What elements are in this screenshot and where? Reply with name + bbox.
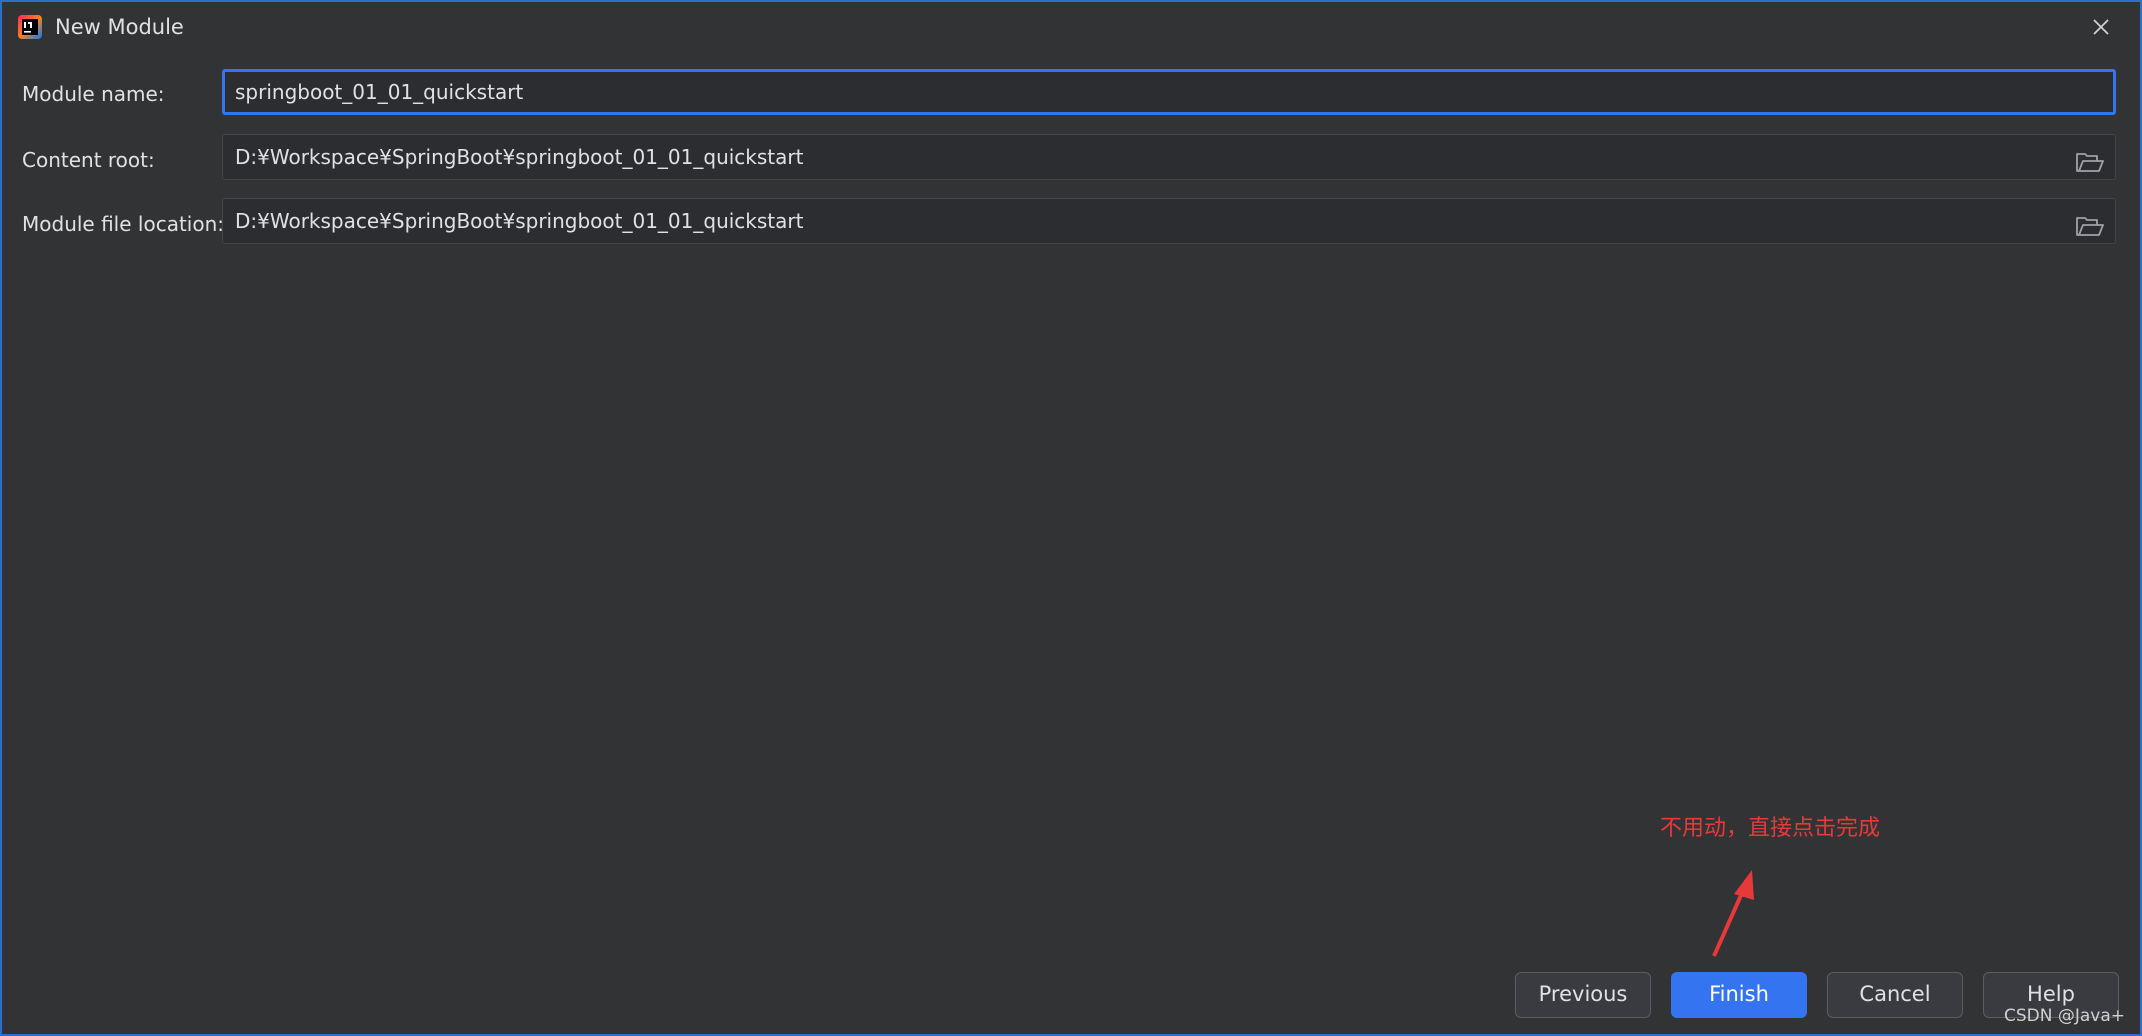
module-name-label: Module name: (22, 82, 165, 106)
cancel-button[interactable]: Cancel (1827, 972, 1963, 1018)
module-file-location-label: Module file location: (22, 212, 224, 236)
cancel-button-label: Cancel (1859, 982, 1931, 1006)
folder-icon[interactable] (2075, 210, 2105, 236)
module-name-row: Module name: springboot_01_01_quickstart (2, 69, 2140, 117)
previous-button[interactable]: Previous (1515, 972, 1651, 1018)
close-icon[interactable] (2088, 14, 2114, 40)
finish-button-label: Finish (1709, 982, 1769, 1006)
content-root-label: Content root: (22, 148, 155, 172)
module-file-location-row: Module file location: D:¥Workspace¥Sprin… (2, 198, 2140, 246)
annotation-arrow-icon (1702, 860, 1782, 960)
new-module-dialog: New Module Module name: springboot_01_01… (0, 0, 2142, 1036)
folder-icon[interactable] (2075, 146, 2105, 172)
content-root-value: D:¥Workspace¥SpringBoot¥springboot_01_01… (235, 145, 804, 169)
previous-button-label: Previous (1538, 982, 1628, 1006)
content-root-input[interactable]: D:¥Workspace¥SpringBoot¥springboot_01_01… (222, 134, 2116, 180)
content-root-row: Content root: D:¥Workspace¥SpringBoot¥sp… (2, 134, 2140, 182)
module-file-location-value: D:¥Workspace¥SpringBoot¥springboot_01_01… (235, 209, 804, 233)
dialog-title: New Module (55, 15, 184, 39)
watermark: CSDN @Java+ (2004, 1006, 2126, 1026)
title-bar: New Module (2, 2, 2140, 54)
help-button-label: Help (2027, 982, 2075, 1006)
intellij-idea-icon (18, 15, 42, 39)
module-file-location-input[interactable]: D:¥Workspace¥SpringBoot¥springboot_01_01… (222, 198, 2116, 244)
finish-button[interactable]: Finish (1671, 972, 1807, 1018)
annotation-note: 不用动，直接点击完成 (1660, 816, 1881, 841)
module-name-input[interactable]: springboot_01_01_quickstart (222, 69, 2116, 115)
